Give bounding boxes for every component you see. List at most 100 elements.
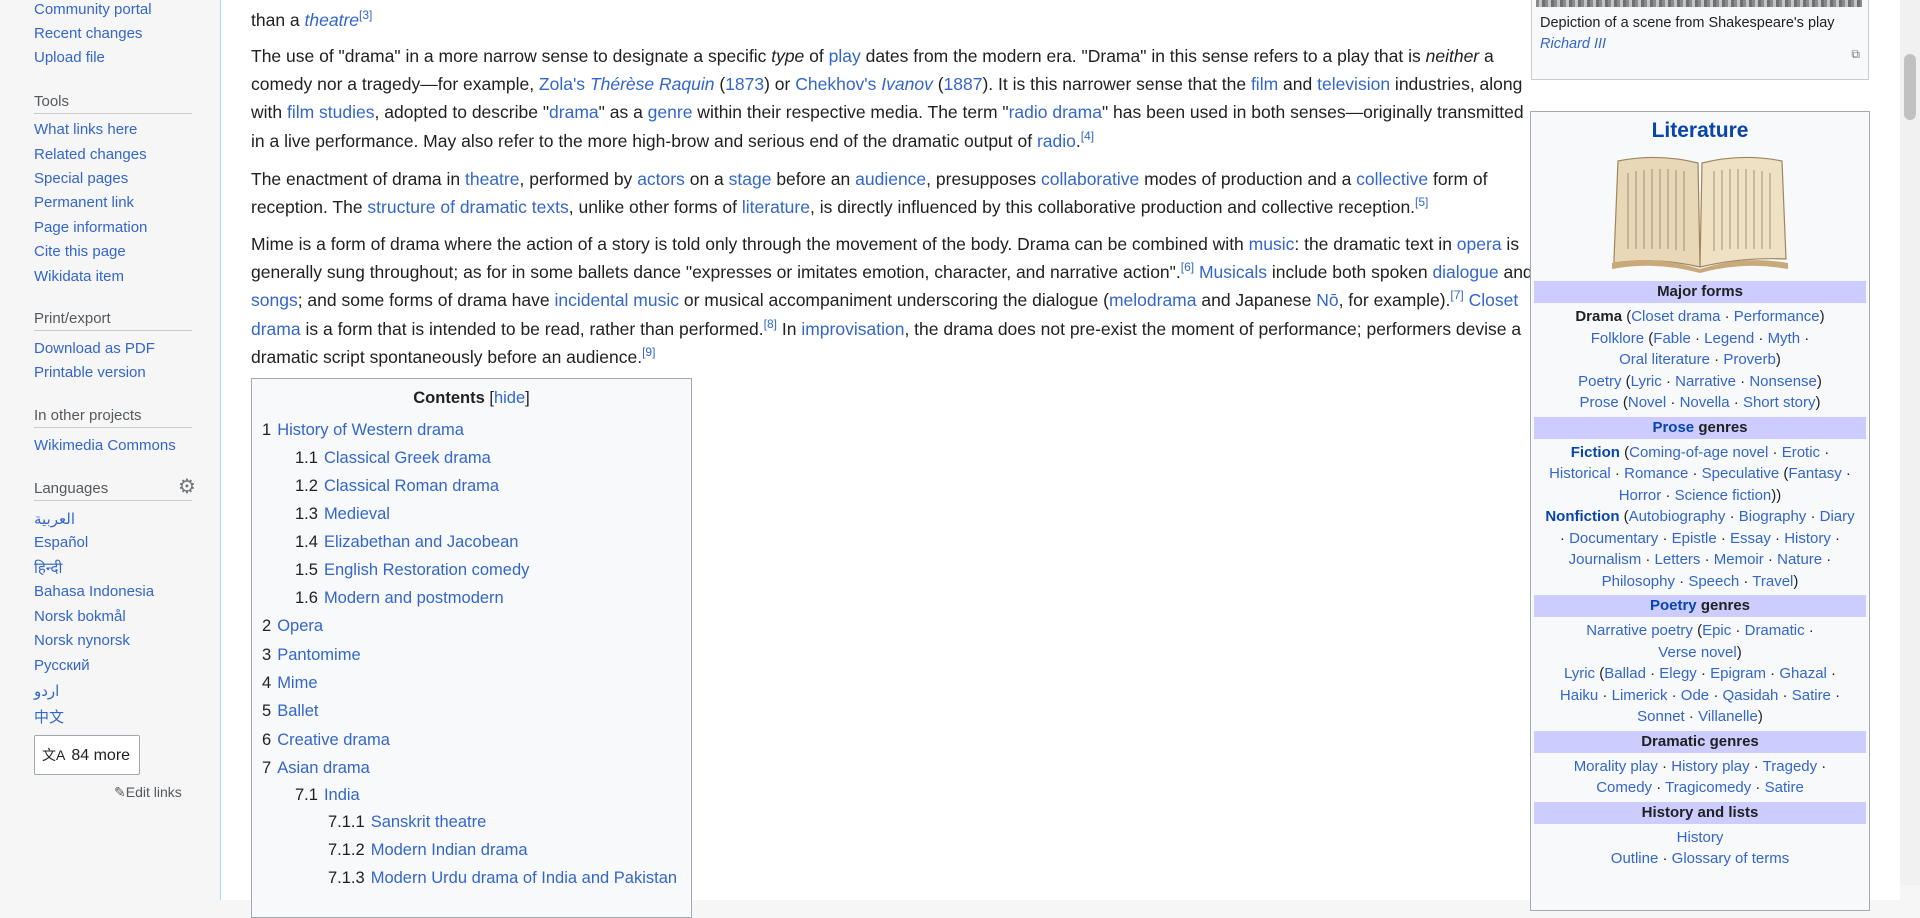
link-incidental-music[interactable]: incidental music xyxy=(555,290,680,310)
link-melodrama[interactable]: melodrama xyxy=(1109,290,1197,310)
sidebar-link-wikidata-item[interactable]: Wikidata item xyxy=(34,268,124,285)
toc-item-1-6[interactable]: 1.6 Modern and postmodern xyxy=(295,589,504,608)
sidebar-link-special-pages[interactable]: Special pages xyxy=(34,170,128,187)
link-1873[interactable]: 1873 xyxy=(725,74,764,94)
nav-ode[interactable]: Ode xyxy=(1681,687,1709,704)
sidebar-lang-norsk-bokmal[interactable]: Norsk bokmål xyxy=(34,608,126,625)
scrollbar-thumb[interactable] xyxy=(1904,54,1916,120)
nav-narrative[interactable]: Narrative xyxy=(1675,373,1736,390)
ref-4[interactable]: [4] xyxy=(1081,129,1094,143)
navbox-title[interactable]: Literature xyxy=(1534,117,1866,145)
toc-hide-link[interactable]: hide xyxy=(494,389,525,407)
nav-nonsense[interactable]: Nonsense xyxy=(1749,373,1817,390)
ref-5[interactable]: [5] xyxy=(1415,195,1428,209)
link-ivanov[interactable]: Ivanov xyxy=(881,74,933,94)
link-actors[interactable]: actors xyxy=(637,169,685,189)
link-literature[interactable]: literature xyxy=(742,197,810,217)
gear-icon[interactable]: ⚙ xyxy=(178,477,196,497)
link-musicals[interactable]: Musicals xyxy=(1199,262,1267,282)
link-theatre[interactable]: theatre xyxy=(465,169,519,189)
ref-8[interactable]: [8] xyxy=(764,317,777,331)
sidebar-lang-urdu[interactable]: اردو xyxy=(34,682,59,700)
nav-history[interactable]: History xyxy=(1677,829,1724,846)
nav-narrative-poetry[interactable]: Narrative poetry xyxy=(1586,622,1693,639)
toc-item-1-2[interactable]: 1.2 Classical Roman drama xyxy=(295,477,499,496)
toc-item-3[interactable]: 3 Pantomime xyxy=(262,646,361,665)
nav-novella[interactable]: Novella xyxy=(1680,394,1730,411)
nav-outline[interactable]: Outline xyxy=(1611,850,1659,867)
sidebar-link-permanent-link[interactable]: Permanent link xyxy=(34,194,134,211)
sidebar-lang-russian[interactable]: Русский xyxy=(34,657,90,674)
more-languages-button[interactable]: 文A 84 more xyxy=(34,735,140,775)
link-film-studies[interactable]: film studies xyxy=(287,102,375,122)
nav-prose-genres-link[interactable]: Prose xyxy=(1652,419,1694,436)
nav-romance[interactable]: Romance xyxy=(1624,465,1688,482)
nav-nonfiction[interactable]: Nonfiction xyxy=(1545,508,1619,525)
nav-historical[interactable]: Historical xyxy=(1549,465,1611,482)
sidebar-link-upload-file[interactable]: Upload file xyxy=(34,49,105,66)
sidebar-lang-arabic[interactable]: العربية xyxy=(34,510,75,528)
toc-item-7-1[interactable]: 7.1 India xyxy=(295,786,360,805)
nav-verse-novel[interactable]: Verse novel xyxy=(1658,644,1736,661)
nav-philosophy[interactable]: Philosophy xyxy=(1602,573,1675,590)
nav-morality-play[interactable]: Morality play xyxy=(1574,758,1658,775)
edit-links[interactable]: ✎Edit links xyxy=(114,784,182,801)
nav-nature[interactable]: Nature xyxy=(1777,551,1822,568)
nav-short-story[interactable]: Short story xyxy=(1743,394,1816,411)
nav-tragicomedy[interactable]: Tragicomedy xyxy=(1665,779,1751,796)
sidebar-lang-hindi[interactable]: हिन्दी xyxy=(34,558,62,578)
nav-fantasy[interactable]: Fantasy xyxy=(1788,465,1841,482)
nav-diary[interactable]: Diary xyxy=(1820,508,1855,525)
nav-coming-of-age[interactable]: Coming-of-age novel xyxy=(1629,444,1768,461)
toc-item-7-1-2[interactable]: 7.1.2 Modern Indian drama xyxy=(328,841,528,860)
sidebar-link-page-information[interactable]: Page information xyxy=(34,219,147,236)
link-radio[interactable]: radio xyxy=(1037,131,1076,151)
sidebar-link-download-pdf[interactable]: Download as PDF xyxy=(34,340,155,357)
nav-history-play[interactable]: History play xyxy=(1671,758,1749,775)
link-improvisation[interactable]: improvisation xyxy=(801,319,904,339)
nav-sonnet[interactable]: Sonnet xyxy=(1637,708,1685,725)
link-theatre-italic[interactable]: theatre xyxy=(305,10,359,30)
sidebar-link-wikimedia-commons[interactable]: Wikimedia Commons xyxy=(34,437,176,454)
ref-9[interactable]: [9] xyxy=(642,345,655,359)
nav-satire-drama[interactable]: Satire xyxy=(1765,779,1804,796)
link-genre[interactable]: genre xyxy=(648,102,693,122)
nav-memoir[interactable]: Memoir xyxy=(1714,551,1764,568)
nav-lyric[interactable]: Lyric xyxy=(1631,373,1662,390)
nav-science-fiction[interactable]: Science fiction xyxy=(1675,487,1772,504)
link-play[interactable]: play xyxy=(829,46,861,66)
nav-ballad[interactable]: Ballad xyxy=(1604,665,1646,682)
nav-lyric-genre[interactable]: Lyric xyxy=(1564,665,1595,682)
toc-item-4[interactable]: 4 Mime xyxy=(262,674,318,693)
nav-epistle[interactable]: Epistle xyxy=(1672,530,1717,547)
link-music[interactable]: music xyxy=(1249,234,1295,254)
nav-essay[interactable]: Essay xyxy=(1730,530,1771,547)
nav-closet-drama[interactable]: Closet drama xyxy=(1631,308,1720,325)
nav-oral-literature[interactable]: Oral literature xyxy=(1619,351,1710,368)
nav-qasidah[interactable]: Qasidah xyxy=(1723,687,1779,704)
nav-prose[interactable]: Prose xyxy=(1580,394,1619,411)
nav-letters[interactable]: Letters xyxy=(1655,551,1701,568)
nav-travel[interactable]: Travel xyxy=(1752,573,1793,590)
nav-novel[interactable]: Novel xyxy=(1628,394,1666,411)
sidebar-lang-spanish[interactable]: Español xyxy=(34,534,88,551)
sidebar-lang-norsk-nynorsk[interactable]: Norsk nynorsk xyxy=(34,632,130,649)
sidebar-lang-indonesian[interactable]: Bahasa Indonesia xyxy=(34,583,154,600)
sidebar-link-related-changes[interactable]: Related changes xyxy=(34,146,147,163)
scene-image[interactable] xyxy=(1536,0,1862,7)
ref-6[interactable]: [6] xyxy=(1181,260,1194,274)
toc-item-1[interactable]: 1 History of Western drama xyxy=(262,421,464,440)
link-1887[interactable]: 1887 xyxy=(944,74,983,94)
nav-epic[interactable]: Epic xyxy=(1702,622,1731,639)
sidebar-link-community-portal[interactable]: Community portal xyxy=(34,1,152,18)
link-collaborative[interactable]: collaborative xyxy=(1041,169,1139,189)
sidebar-link-printable-version[interactable]: Printable version xyxy=(34,364,146,381)
nav-performance[interactable]: Performance xyxy=(1734,308,1820,325)
link-no[interactable]: Nō xyxy=(1316,290,1338,310)
toc-item-7-1-1[interactable]: 7.1.1 Sanskrit theatre xyxy=(328,813,486,832)
link-drama[interactable]: drama xyxy=(549,102,599,122)
toc-item-1-1[interactable]: 1.1 Classical Greek drama xyxy=(295,449,491,468)
nav-tragedy[interactable]: Tragedy xyxy=(1763,758,1817,775)
nav-elegy[interactable]: Elegy xyxy=(1659,665,1697,682)
toc-item-1-5[interactable]: 1.5 English Restoration comedy xyxy=(295,561,529,580)
